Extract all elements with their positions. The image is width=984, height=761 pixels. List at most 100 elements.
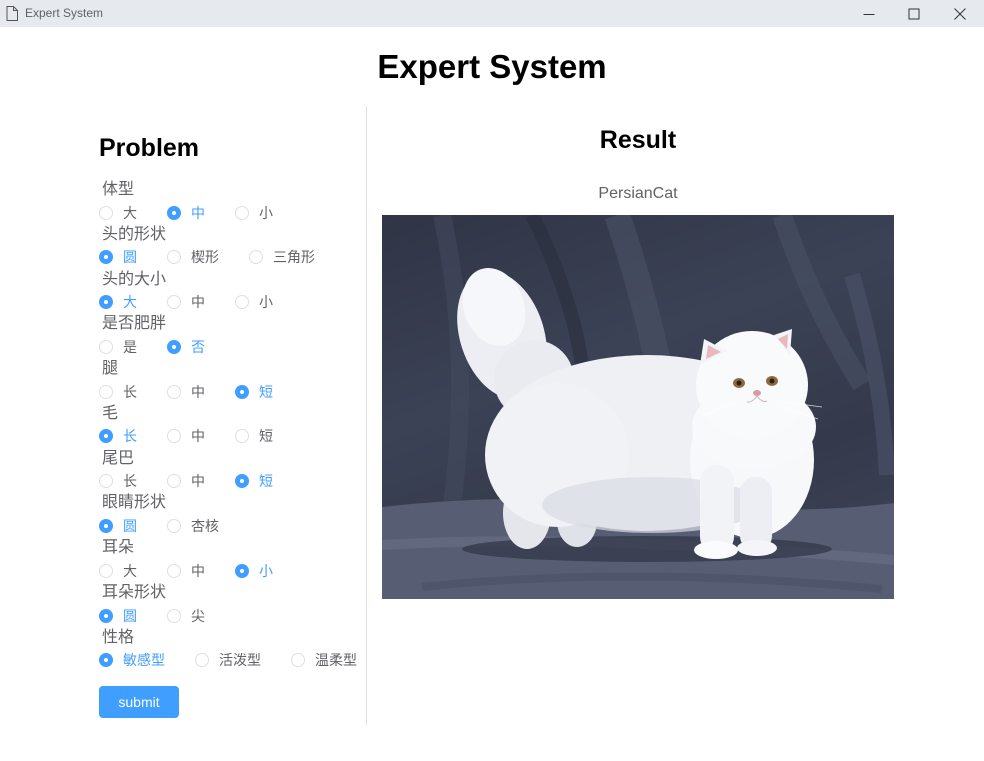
radio-button[interactable]: [99, 205, 113, 220]
radio-button[interactable]: [195, 653, 209, 668]
radio-option[interactable]: 小: [235, 205, 273, 220]
radio-button[interactable]: [167, 339, 181, 354]
radio-label[interactable]: 温柔型: [315, 653, 357, 667]
radio-label[interactable]: 大: [123, 564, 137, 578]
radio-option[interactable]: 长: [99, 429, 137, 444]
radio-option[interactable]: 大: [99, 205, 137, 220]
radio-option[interactable]: 长: [99, 474, 137, 489]
radio-button[interactable]: [167, 205, 181, 220]
radio-button[interactable]: [167, 429, 181, 444]
radio-label[interactable]: 短: [259, 429, 273, 443]
radio-button[interactable]: [167, 563, 181, 578]
radio-button[interactable]: [235, 205, 249, 220]
radio-button[interactable]: [235, 429, 249, 444]
close-button[interactable]: [937, 0, 983, 27]
radio-label[interactable]: 圆: [123, 609, 137, 623]
radio-label[interactable]: 中: [191, 295, 205, 309]
radio-button[interactable]: [167, 295, 181, 310]
radio-label[interactable]: 圆: [123, 250, 137, 264]
radio-label[interactable]: 小: [259, 564, 273, 578]
radio-option[interactable]: 大: [99, 563, 137, 578]
radio-option[interactable]: 尖: [167, 608, 205, 623]
radio-option[interactable]: 中: [167, 205, 205, 220]
radio-option[interactable]: 圆: [99, 250, 137, 265]
radio-option[interactable]: 大: [99, 295, 137, 310]
radio-button[interactable]: [99, 339, 113, 354]
radio-option[interactable]: 短: [235, 384, 273, 399]
radio-label[interactable]: 小: [259, 206, 273, 220]
maximize-icon: [908, 8, 920, 19]
radio-label[interactable]: 三角形: [273, 250, 315, 264]
radio-button[interactable]: [99, 608, 113, 623]
radio-button[interactable]: [167, 519, 181, 534]
radio-label[interactable]: 大: [123, 295, 137, 309]
radio-option[interactable]: 中: [167, 384, 205, 399]
radio-button[interactable]: [235, 384, 249, 399]
radio-label[interactable]: 短: [259, 385, 273, 399]
radio-option[interactable]: 是: [99, 339, 137, 354]
radio-option[interactable]: 小: [235, 295, 273, 310]
question-group: 腿长 中 短: [99, 358, 364, 403]
radio-button[interactable]: [167, 608, 181, 623]
radio-button[interactable]: [249, 250, 263, 265]
result-name: PersianCat: [598, 185, 678, 202]
radio-label[interactable]: 活泼型: [219, 653, 261, 667]
radio-button[interactable]: [99, 474, 113, 489]
radio-option[interactable]: 楔形: [167, 250, 219, 265]
radio-label[interactable]: 杏核: [191, 519, 219, 533]
radio-label[interactable]: 圆: [123, 519, 137, 533]
radio-label[interactable]: 楔形: [191, 250, 219, 264]
radio-option[interactable]: 圆: [99, 608, 137, 623]
radio-button[interactable]: [99, 250, 113, 265]
radio-label[interactable]: 短: [259, 474, 273, 488]
radio-button[interactable]: [99, 653, 113, 668]
radio-option[interactable]: 敏感型: [99, 653, 165, 668]
radio-button[interactable]: [167, 474, 181, 489]
radio-label[interactable]: 大: [123, 206, 137, 220]
radio-button[interactable]: [99, 563, 113, 578]
radio-label[interactable]: 中: [191, 474, 205, 488]
radio-button[interactable]: [99, 519, 113, 534]
radio-label[interactable]: 敏感型: [123, 653, 165, 667]
radio-option[interactable]: 中: [167, 429, 205, 444]
radio-label[interactable]: 是: [123, 340, 137, 354]
radio-label[interactable]: 尖: [191, 609, 205, 623]
radio-button[interactable]: [291, 653, 305, 668]
radio-label[interactable]: 小: [259, 295, 273, 309]
radio-button[interactable]: [99, 384, 113, 399]
radio-button[interactable]: [235, 295, 249, 310]
radio-option[interactable]: 长: [99, 384, 137, 399]
radio-label[interactable]: 中: [191, 429, 205, 443]
radio-option[interactable]: 小: [235, 563, 273, 578]
radio-button[interactable]: [235, 563, 249, 578]
radio-label[interactable]: 长: [123, 474, 137, 488]
radio-option[interactable]: 杏核: [167, 519, 219, 534]
radio-option[interactable]: 否: [167, 339, 205, 354]
radio-label[interactable]: 长: [123, 429, 137, 443]
radio-option[interactable]: 短: [235, 429, 273, 444]
radio-option[interactable]: 温柔型: [291, 653, 357, 668]
radio-option[interactable]: 短: [235, 474, 273, 489]
radio-group: 大中小: [99, 201, 364, 223]
minimize-button[interactable]: [846, 0, 892, 27]
radio-button[interactable]: [167, 384, 181, 399]
radio-option[interactable]: 三角形: [249, 250, 315, 265]
radio-button[interactable]: [99, 295, 113, 310]
radio-button[interactable]: [235, 474, 249, 489]
submit-button[interactable]: submit: [99, 686, 179, 718]
result-heading: Result: [599, 126, 677, 154]
radio-option[interactable]: 中: [167, 295, 205, 310]
maximize-button[interactable]: [891, 0, 937, 27]
radio-label[interactable]: 中: [191, 206, 205, 220]
radio-option[interactable]: 中: [167, 563, 205, 578]
radio-button[interactable]: [167, 250, 181, 265]
radio-label[interactable]: 长: [123, 385, 137, 399]
radio-option[interactable]: 圆: [99, 519, 137, 534]
radio-label[interactable]: 中: [191, 385, 205, 399]
radio-label[interactable]: 中: [191, 564, 205, 578]
radio-button[interactable]: [99, 429, 113, 444]
question-label: 是否肥胖: [102, 315, 167, 333]
radio-option[interactable]: 活泼型: [195, 653, 261, 668]
radio-option[interactable]: 中: [167, 474, 205, 489]
radio-label[interactable]: 否: [191, 340, 205, 354]
